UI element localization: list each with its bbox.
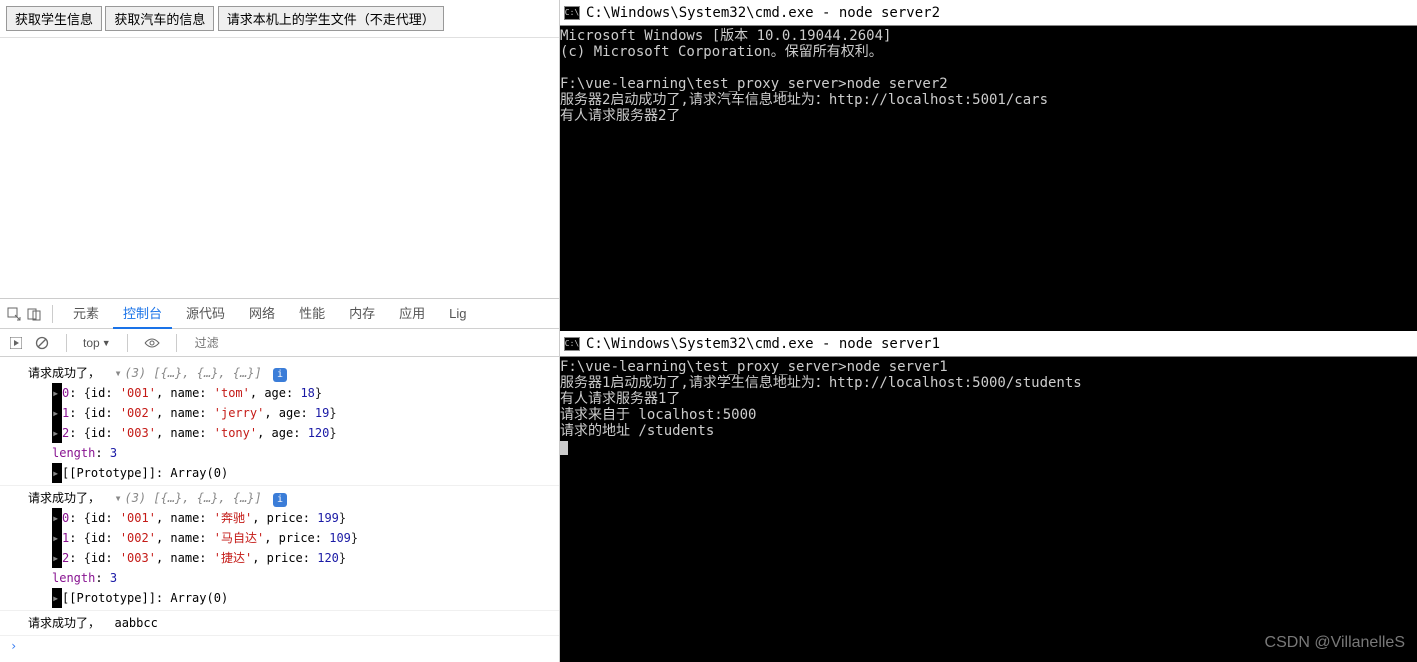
console-output: 请求成功了， (3) [{…}, {…}, {…}] i 0: {id: '00… — [0, 357, 559, 662]
array-summary[interactable]: (3) [{…}, {…}, {…}] — [124, 366, 261, 380]
terminal-title: C:\Windows\System32\cmd.exe - node serve… — [586, 5, 940, 21]
separator — [127, 334, 128, 352]
console-log-plain: 请求成功了， aabbcc — [0, 611, 559, 636]
eye-icon[interactable] — [144, 335, 160, 351]
page-buttons-row: 获取学生信息 获取汽车的信息 请求本机上的学生文件（不走代理） — [0, 0, 559, 38]
watermark: CSDN @VillanelleS — [1265, 634, 1405, 652]
array-prototype[interactable]: [[Prototype]]: Array(0) — [0, 463, 559, 483]
array-prototype[interactable]: [[Prototype]]: Array(0) — [0, 588, 559, 608]
log-value: aabbcc — [114, 616, 157, 630]
terminal-output[interactable]: F:\vue-learning\test_proxy_server>node s… — [560, 357, 1417, 662]
tab-application[interactable]: 应用 — [389, 299, 435, 329]
log-text: 请求成功了， — [28, 491, 100, 505]
array-item[interactable]: 2: {id: '003', name: '捷达', price: 120} — [0, 548, 559, 568]
array-length: length: 3 — [0, 568, 559, 588]
cmd-icon: C:\ — [564, 337, 580, 351]
console-log-cars: 请求成功了， (3) [{…}, {…}, {…}] i 0: {id: '00… — [0, 486, 559, 611]
expand-icon[interactable] — [52, 403, 62, 423]
page-body — [0, 38, 559, 298]
log-text: 请求成功了， — [28, 616, 100, 630]
prompt-icon: › — [10, 636, 17, 656]
get-students-button[interactable]: 获取学生信息 — [6, 6, 102, 31]
get-local-file-button[interactable]: 请求本机上的学生文件（不走代理） — [218, 6, 444, 31]
tab-performance[interactable]: 性能 — [289, 299, 335, 329]
log-text: 请求成功了， — [28, 366, 100, 380]
tab-network[interactable]: 网络 — [239, 299, 285, 329]
separator — [66, 334, 67, 352]
expand-icon[interactable] — [114, 488, 124, 508]
chevron-down-icon: ▼ — [102, 338, 111, 348]
expand-icon[interactable] — [52, 508, 62, 528]
console-toolbar: top ▼ — [0, 329, 559, 357]
tab-elements[interactable]: 元素 — [63, 299, 109, 329]
context-label: top — [83, 336, 100, 350]
terminal-titlebar[interactable]: C:\ C:\Windows\System32\cmd.exe - node s… — [560, 331, 1417, 357]
expand-icon[interactable] — [52, 423, 62, 443]
device-toggle-icon[interactable] — [26, 306, 42, 322]
tab-console[interactable]: 控制台 — [113, 299, 172, 329]
expand-icon[interactable] — [114, 363, 124, 383]
console-log-students: 请求成功了， (3) [{…}, {…}, {…}] i 0: {id: '00… — [0, 361, 559, 486]
get-cars-button[interactable]: 获取汽车的信息 — [105, 6, 214, 31]
tab-memory[interactable]: 内存 — [339, 299, 385, 329]
terminal-server2: C:\ C:\Windows\System32\cmd.exe - node s… — [560, 0, 1417, 331]
terminal-titlebar[interactable]: C:\ C:\Windows\System32\cmd.exe - node s… — [560, 0, 1417, 26]
expand-icon[interactable] — [52, 548, 62, 568]
terminals-panel: C:\ C:\Windows\System32\cmd.exe - node s… — [560, 0, 1417, 662]
array-item[interactable]: 0: {id: '001', name: 'tom', age: 18} — [0, 383, 559, 403]
cmd-icon: C:\ — [564, 6, 580, 20]
terminal-server1: C:\ C:\Windows\System32\cmd.exe - node s… — [560, 331, 1417, 662]
info-icon[interactable]: i — [273, 368, 287, 382]
array-item[interactable]: 1: {id: '002', name: '马自达', price: 109} — [0, 528, 559, 548]
devtools-tabs: 元素 控制台 源代码 网络 性能 内存 应用 Lig — [0, 299, 559, 329]
array-length: length: 3 — [0, 443, 559, 463]
separator — [52, 305, 53, 323]
inspect-icon[interactable] — [6, 306, 22, 322]
array-summary[interactable]: (3) [{…}, {…}, {…}] — [124, 491, 261, 505]
array-item[interactable]: 1: {id: '002', name: 'jerry', age: 19} — [0, 403, 559, 423]
terminal-title: C:\Windows\System32\cmd.exe - node serve… — [586, 336, 940, 352]
console-prompt[interactable]: › — [0, 636, 559, 658]
terminal-output[interactable]: Microsoft Windows [版本 10.0.19044.2604] (… — [560, 26, 1417, 331]
expand-icon[interactable] — [52, 463, 62, 483]
info-icon[interactable]: i — [273, 493, 287, 507]
clear-console-icon[interactable] — [34, 335, 50, 351]
play-icon[interactable] — [8, 335, 24, 351]
filter-input[interactable] — [193, 334, 343, 352]
browser-panel: 获取学生信息 获取汽车的信息 请求本机上的学生文件（不走代理） 元素 控制台 源… — [0, 0, 560, 662]
context-dropdown[interactable]: top ▼ — [83, 336, 111, 350]
devtools: 元素 控制台 源代码 网络 性能 内存 应用 Lig top ▼ — [0, 298, 559, 662]
array-item[interactable]: 0: {id: '001', name: '奔驰', price: 199} — [0, 508, 559, 528]
tab-sources[interactable]: 源代码 — [176, 299, 235, 329]
expand-icon[interactable] — [52, 588, 62, 608]
expand-icon[interactable] — [52, 383, 62, 403]
array-item[interactable]: 2: {id: '003', name: 'tony', age: 120} — [0, 423, 559, 443]
expand-icon[interactable] — [52, 528, 62, 548]
separator — [176, 334, 177, 352]
tab-more[interactable]: Lig — [439, 299, 476, 329]
